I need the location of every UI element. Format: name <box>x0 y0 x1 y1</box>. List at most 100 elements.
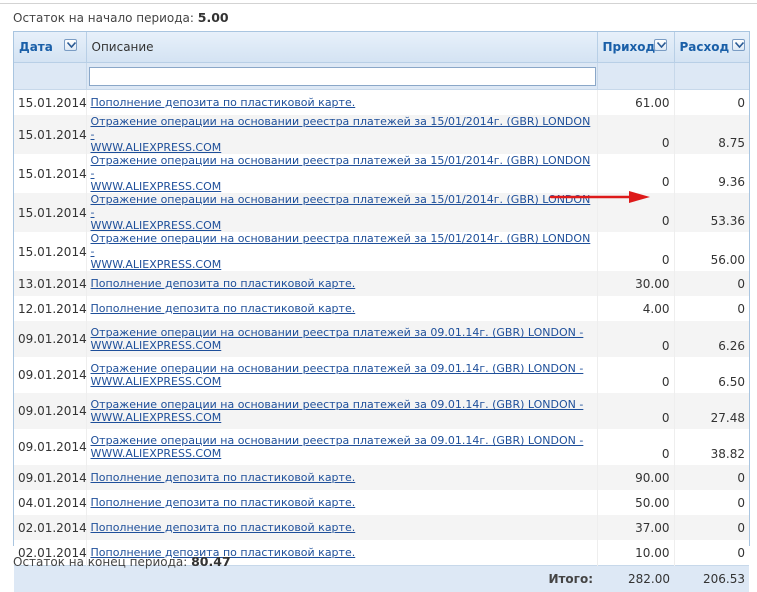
totals-label: Итого: <box>86 566 597 592</box>
transaction-link[interactable]: Пополнение депозита по пластиковой карте… <box>91 521 593 534</box>
transaction-description-line1: Отражение операции на основании реестра … <box>91 326 584 339</box>
filter-cell-date <box>14 63 86 90</box>
transaction-expense: 0 <box>674 465 749 490</box>
transaction-income: 0 <box>597 393 674 429</box>
column-header-income[interactable]: Приход <box>597 32 674 63</box>
transaction-description-line2: WWW.ALIEXPRESS.COM <box>91 411 222 424</box>
table-row: 09.01.2014Отражение операции на основани… <box>14 357 749 393</box>
transaction-description: Отражение операции на основании реестра … <box>86 193 597 232</box>
table-row: 02.01.2014Пополнение депозита по пластик… <box>14 515 749 540</box>
table-row: 15.01.2014 Пополнение депозита по пластик… <box>14 90 749 116</box>
transaction-description-line1: Отражение операции на основании реестра … <box>91 398 584 411</box>
transaction-description: Пополнение депозита по пластиковой карте… <box>86 515 597 540</box>
transaction-description: Пополнение депозита по пластиковой карте… <box>86 296 597 321</box>
transaction-income: 4.00 <box>597 296 674 321</box>
table-row: 15.01.2014Отражение операции на основани… <box>14 115 749 154</box>
column-header-expense[interactable]: Расход <box>674 32 749 63</box>
transaction-income: 0 <box>597 154 674 193</box>
transaction-income: 0 <box>597 357 674 393</box>
transaction-link[interactable]: Пополнение депозита по пластиковой карте… <box>91 302 593 315</box>
table-row: 09.01.2014Отражение операции на основани… <box>14 429 749 465</box>
table-row: 09.01.2014Пополнение депозита по пластик… <box>14 465 749 490</box>
transaction-date: 15.01.2014 <box>14 232 86 271</box>
column-header-date[interactable]: Дата <box>14 32 86 63</box>
transaction-description: Пополнение депозита по пластиковой карте… <box>86 490 597 515</box>
transaction-expense: 53.36 <box>674 193 749 232</box>
transactions-table: Дата Описание Приход Расход <box>14 32 749 592</box>
transaction-expense: 8.75 <box>674 115 749 154</box>
transaction-date: 04.01.2014 <box>14 490 86 515</box>
table-row: 15.01.2014Отражение операции на основани… <box>14 154 749 193</box>
transaction-income: 0 <box>597 429 674 465</box>
transaction-description-line1: Пополнение депозита по пластиковой карте… <box>91 302 356 315</box>
transaction-description-line2: WWW.ALIEXPRESS.COM <box>91 219 222 232</box>
opening-balance: Остаток на начало периода: 5.00 <box>13 10 229 25</box>
transaction-income: 50.00 <box>597 490 674 515</box>
chevron-down-icon <box>735 42 744 48</box>
table-row: 15.01.2014Отражение операции на основани… <box>14 232 749 271</box>
income-sort-button[interactable] <box>654 39 667 51</box>
table-row: 13.01.2014 Пополнение депозита по пластик… <box>14 271 749 296</box>
closing-balance-label: Остаток на конец периода: <box>13 555 187 569</box>
transaction-description-line1: Пополнение депозита по пластиковой карте… <box>91 521 356 534</box>
transaction-description-line1: Пополнение депозита по пластиковой карте… <box>91 277 356 290</box>
date-sort-button[interactable] <box>64 39 77 51</box>
transaction-expense: 56.00 <box>674 232 749 271</box>
transaction-link[interactable]: Отражение операции на основании реестра … <box>91 154 593 193</box>
transaction-date: 09.01.2014 <box>14 321 86 357</box>
totals-spacer <box>14 566 86 592</box>
transaction-description-line2: WWW.ALIEXPRESS.COM <box>91 447 222 460</box>
transaction-link[interactable]: Отражение операции на основании реестра … <box>91 193 593 232</box>
transaction-description-line2: WWW.ALIEXPRESS.COM <box>91 180 222 193</box>
transaction-description-line1: Пополнение депозита по пластиковой карте… <box>91 471 356 484</box>
transaction-description-line2: WWW.ALIEXPRESS.COM <box>91 339 222 352</box>
transaction-link[interactable]: Пополнение депозита по пластиковой карте… <box>91 471 593 484</box>
transaction-expense: 0 <box>674 90 749 116</box>
transaction-date: 13.01.2014 <box>14 271 86 296</box>
column-header-income-label: Приход <box>603 40 656 54</box>
totals-row: Итого: 282.00 206.53 <box>14 566 749 592</box>
transaction-description: Отражение операции на основании реестра … <box>86 232 597 271</box>
transaction-link[interactable]: Пополнение депозита по пластиковой карте… <box>91 277 593 290</box>
transaction-income: 0 <box>597 321 674 357</box>
closing-balance: Остаток на конец периода: 80.47 <box>13 554 231 569</box>
transaction-date: 09.01.2014 <box>14 429 86 465</box>
transaction-income: 90.00 <box>597 465 674 490</box>
transaction-link[interactable]: Отражение операции на основании реестра … <box>91 398 593 424</box>
transaction-link[interactable]: Пополнение депозита по пластиковой карте… <box>91 96 593 109</box>
transaction-description-line2: WWW.ALIEXPRESS.COM <box>91 375 222 388</box>
totals-expense: 206.53 <box>674 566 749 592</box>
transaction-description-line1: Отражение операции на основании реестра … <box>91 193 591 219</box>
transaction-link[interactable]: Отражение операции на основании реестра … <box>91 232 593 271</box>
transaction-expense: 38.82 <box>674 429 749 465</box>
table-row: 04.01.2014 Пополнение депозита по пластик… <box>14 490 749 515</box>
transaction-description: Пополнение депозита по пластиковой карте… <box>86 271 597 296</box>
transaction-description: Отражение операции на основании реестра … <box>86 429 597 465</box>
expense-sort-button[interactable] <box>732 39 745 51</box>
transaction-link[interactable]: Отражение операции на основании реестра … <box>91 115 593 154</box>
column-header-description-label: Описание <box>92 40 154 54</box>
filter-cell-income <box>597 63 674 90</box>
table-row: 12.01.2014Пополнение депозита по пластик… <box>14 296 749 321</box>
transaction-description: Пополнение депозита по пластиковой карте… <box>86 90 597 116</box>
transaction-expense: 0 <box>674 540 749 566</box>
transaction-link[interactable]: Отражение операции на основании реестра … <box>91 434 593 460</box>
transaction-description-line1: Отражение операции на основании реестра … <box>91 232 591 258</box>
transaction-link[interactable]: Отражение операции на основании реестра … <box>91 326 593 352</box>
transaction-income: 37.00 <box>597 515 674 540</box>
transaction-date: 15.01.2014 <box>14 115 86 154</box>
description-filter-input[interactable] <box>89 67 596 86</box>
opening-balance-label: Остаток на начало периода: <box>13 11 194 25</box>
transaction-date: 15.01.2014 <box>14 90 86 116</box>
transaction-description: Отражение операции на основании реестра … <box>86 321 597 357</box>
transaction-description-line1: Отражение операции на основании реестра … <box>91 115 591 141</box>
transaction-income: 30.00 <box>597 271 674 296</box>
transaction-income: 0 <box>597 115 674 154</box>
transaction-link[interactable]: Пополнение депозита по пластиковой карте… <box>91 496 593 509</box>
transaction-description-line1: Пополнение депозита по пластиковой карте… <box>91 96 356 109</box>
transaction-income: 0 <box>597 232 674 271</box>
transaction-link[interactable]: Отражение операции на основании реестра … <box>91 362 593 388</box>
transaction-description-line1: Пополнение депозита по пластиковой карте… <box>91 496 356 509</box>
transaction-date: 15.01.2014 <box>14 154 86 193</box>
transaction-expense: 0 <box>674 296 749 321</box>
